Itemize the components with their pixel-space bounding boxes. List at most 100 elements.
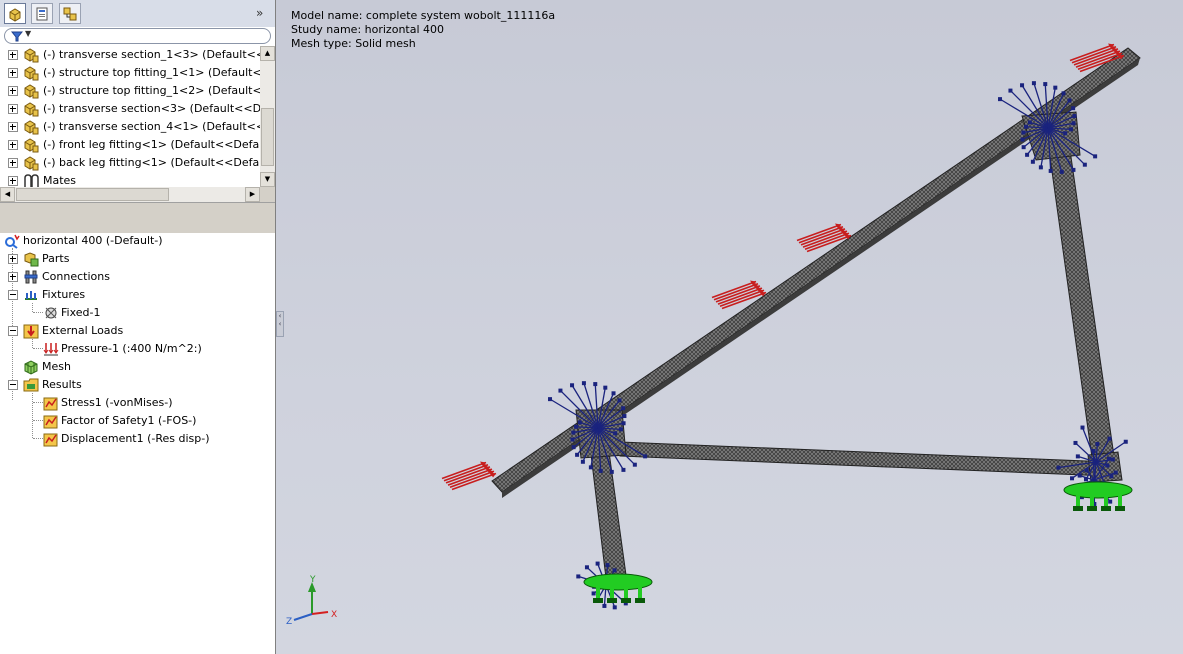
connector-arrows-group [548,81,1128,610]
collapse-minus-icon[interactable] [8,326,18,336]
assembly-tree: (-) transverse section_1<3> (Default<<De… [0,46,260,187]
expand-plus-icon[interactable] [8,104,18,114]
scrollbar-corner [260,187,275,202]
tree-item-label: Results [42,378,82,391]
filter-dropdown-icon[interactable]: ▼ [25,29,31,38]
part-icon [24,156,39,171]
assembly-tree-item[interactable]: (-) back leg fitting<1> (Default<<Defaul… [0,154,260,172]
assembly-tree-item-label: (-) back leg fitting<1> (Default<<Defaul… [43,156,260,169]
part-icon [24,66,39,81]
feature-manager-panel: » ▼ (-) transverse section_1<3> (Default… [0,0,275,654]
mates-icon [24,174,39,187]
result-plot-icon [43,433,58,447]
tree-filter-input[interactable]: ▼ [4,28,271,44]
fixed-geometry-icon [45,307,57,319]
assembly-tree-vertical-scrollbar[interactable]: ▲ ▼ [260,46,275,187]
assembly-tree-horizontal-scrollbar[interactable]: ◀ ▶ [0,187,260,202]
tree-item-parts[interactable]: Parts [0,250,275,268]
expand-plus-icon[interactable] [8,254,18,264]
expand-plus-icon[interactable] [8,158,18,168]
tree-item-label: Stress1 (-vonMises-) [61,396,173,409]
expand-plus-icon[interactable] [8,50,18,60]
tree-item-external-loads[interactable]: External Loads [0,322,275,340]
property-manager-icon [36,7,48,21]
expand-plus-icon[interactable] [8,68,18,78]
study-icon [5,234,20,249]
expand-plus-icon[interactable] [8,176,18,186]
scroll-right-arrow-icon[interactable]: ▶ [245,187,260,202]
tree-item-pressure-1[interactable]: Pressure-1 (:400 N/m^2:) [0,340,275,358]
scroll-left-arrow-icon[interactable]: ◀ [0,187,15,202]
scroll-thumb[interactable] [261,108,274,166]
tree-item-label: Fixtures [42,288,86,301]
assembly-tree-item-label: (-) structure top fitting_1<2> (Default<… [43,84,260,97]
panel-collapse-handle[interactable]: ‹ ‹ [276,311,284,337]
result-plot-icon [43,397,58,411]
part-icon [24,120,39,135]
property-manager-tab[interactable] [31,3,53,24]
results-folder-icon [23,378,39,392]
feature-manager-tab[interactable] [4,3,26,24]
tree-item-mesh[interactable]: Mesh [0,358,275,376]
tree-item-displacement1[interactable]: Displacement1 (-Res disp-) [0,430,275,448]
fixed-support-symbol [1063,481,1133,511]
tree-item-connections[interactable]: Connections [0,268,275,286]
part-icon [24,84,39,99]
assembly-tree-item[interactable]: (-) front leg fitting<1> (Default<<Defau… [0,136,260,154]
expand-plus-icon[interactable] [8,140,18,150]
external-loads-icon [23,324,39,339]
scroll-thumb[interactable] [16,188,169,201]
simulation-study-tree: horizontal 400 (-Default-) Parts Connect… [0,232,275,452]
assembly-tree-item[interactable]: (-) transverse section<3> (Default<<Defa… [0,100,260,118]
expand-plus-icon[interactable] [8,272,18,282]
pressure-load-arrow-cluster [441,461,497,491]
triad-z-label: Z [286,617,292,627]
parts-folder-icon [24,252,39,267]
panel-splitter[interactable] [0,202,275,233]
expand-plus-icon[interactable] [8,86,18,96]
collapse-panel-chevron-icon[interactable]: » [256,6,270,20]
tree-item-label: Pressure-1 (:400 N/m^2:) [61,342,202,355]
manager-tab-bar: » [0,0,275,27]
tree-item-label: Factor of Safety1 (-FOS-) [61,414,197,427]
assembly-tree-item[interactable]: (-) transverse section_1<3> (Default<<De… [0,46,260,64]
filter-icon [11,31,23,42]
assembly-tree-item[interactable]: (-) transverse section_4<1> (Default<<De… [0,118,260,136]
tree-item-label: Parts [42,252,70,265]
configuration-manager-tab[interactable] [59,3,81,24]
tree-item-label: External Loads [42,324,124,337]
assembly-tree-item-label: Mates [43,174,77,187]
tree-item-label: Mesh [42,360,71,373]
mesh-icon [24,360,38,375]
collapse-minus-icon[interactable] [8,290,18,300]
graphics-viewport[interactable]: Model name: complete system wobolt_11111… [276,0,1183,654]
model-render: Y X Z [286,43,1141,627]
assembly-tree-item-label: (-) structure top fitting_1<1> (Default<… [43,66,260,79]
back-leg-beam [1048,149,1117,473]
tree-item-results[interactable]: Results [0,376,275,394]
scroll-down-arrow-icon[interactable]: ▼ [260,172,275,187]
pressure-icon [43,343,59,356]
collapse-minus-icon[interactable] [8,380,18,390]
triad-y-label: Y [309,575,316,585]
tree-item-label: Connections [42,270,110,283]
fixture-arrows-group [583,481,1133,603]
triad-x-label: X [331,610,337,620]
fixtures-icon [25,291,37,300]
tree-item-fixed-1[interactable]: Fixed-1 [0,304,275,322]
load-arrows-group [441,43,1125,491]
expand-plus-icon[interactable] [8,122,18,132]
assembly-tree-item-label: (-) transverse section<3> (Default<<Defa… [43,102,260,115]
assembly-tree-item[interactable]: Mates [0,172,260,187]
result-plot-icon [43,415,58,429]
tree-item-factor-of-safety1[interactable]: Factor of Safety1 (-FOS-) [0,412,275,430]
axis-triad: Y X Z [286,575,337,627]
tree-item-fixtures[interactable]: Fixtures [0,286,275,304]
scroll-up-arrow-icon[interactable]: ▲ [260,46,275,61]
study-root-label: horizontal 400 (-Default-) [23,234,163,247]
study-root-item[interactable]: horizontal 400 (-Default-) [0,232,275,250]
tree-item-stress1[interactable]: Stress1 (-vonMises-) [0,394,275,412]
assembly-tree-item[interactable]: (-) structure top fitting_1<2> (Default<… [0,82,260,100]
part-icon [24,138,39,153]
assembly-tree-item[interactable]: (-) structure top fitting_1<1> (Default<… [0,64,260,82]
